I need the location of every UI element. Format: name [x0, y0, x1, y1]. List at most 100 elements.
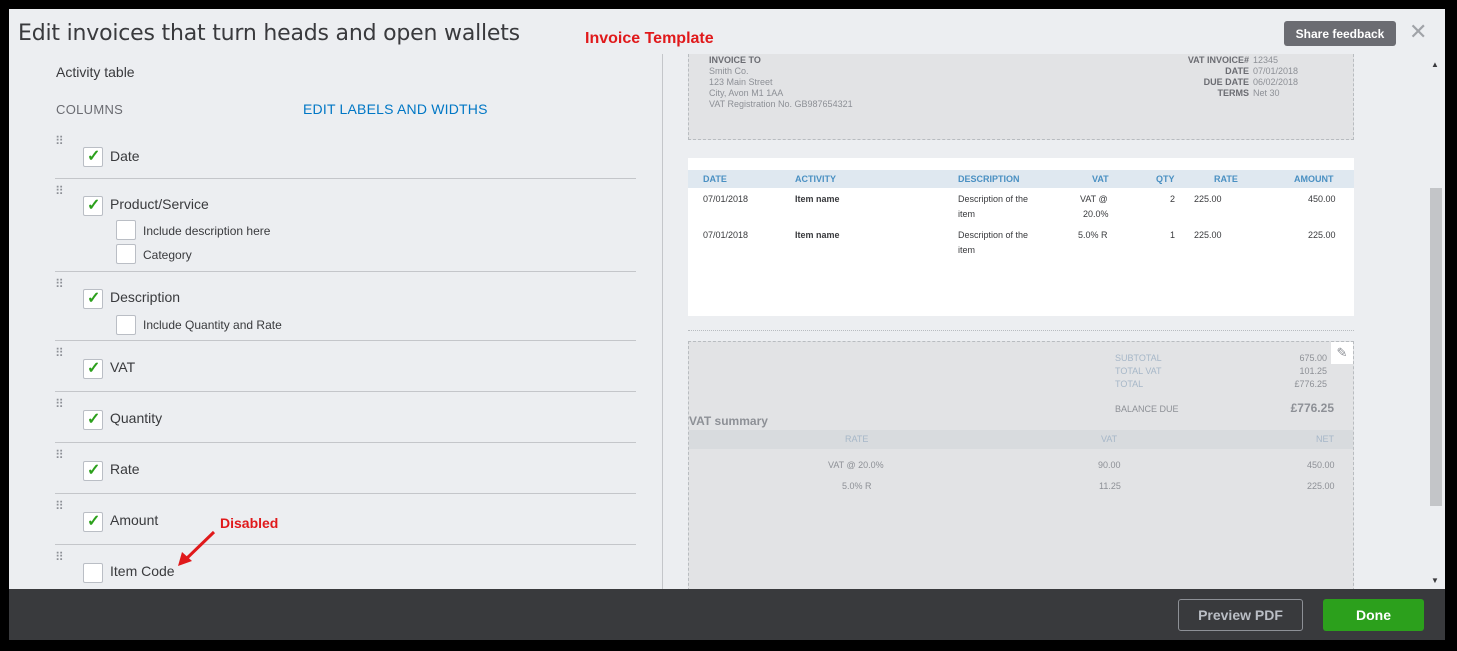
- cell-qty: 1: [1170, 230, 1176, 240]
- pencil-icon[interactable]: ✎: [1331, 342, 1353, 364]
- cell-qty: 2: [1170, 194, 1176, 204]
- invoice-to-block: INVOICE TO Smith Co. 123 Main Street Cit…: [709, 55, 853, 110]
- th-description: DESCRIPTION: [958, 174, 1020, 184]
- share-feedback-button[interactable]: Share feedback: [1284, 21, 1396, 46]
- vat-cell-vat: 90.00: [1098, 460, 1121, 470]
- address-city: City, Avon M1 1AA: [709, 88, 784, 98]
- category-label: Category: [143, 248, 192, 262]
- drag-handle-icon[interactable]: ⠿: [55, 135, 69, 152]
- drag-handle-icon[interactable]: ⠿: [55, 347, 69, 364]
- cell-vat: 20.0%: [1083, 209, 1109, 219]
- scroll-up-icon[interactable]: ▲: [1431, 60, 1439, 69]
- scrollbar-thumb[interactable]: [1430, 188, 1442, 506]
- drag-handle-icon[interactable]: ⠿: [55, 500, 69, 517]
- vat-cell-rate: VAT @ 20.0%: [828, 460, 884, 470]
- description-label: Description: [110, 289, 181, 305]
- cell-amount: 225.00: [1308, 230, 1336, 240]
- amount-label: Amount: [110, 512, 159, 528]
- meta-label: DATE: [1225, 66, 1249, 76]
- activity-table-preview[interactable]: DATE ACTIVITY DESCRIPTION VAT QTY RATE A…: [688, 158, 1354, 316]
- column-row-item-code: ⠿ Item Code: [55, 545, 636, 595]
- vat-label: VAT: [110, 359, 136, 375]
- vat-th-vat: VAT: [1101, 434, 1118, 444]
- checkmark-icon: ✓: [87, 411, 101, 428]
- product-checkbox[interactable]: ✓: [83, 196, 103, 216]
- drag-handle-icon[interactable]: ⠿: [55, 185, 69, 202]
- amount-checkbox[interactable]: ✓: [83, 512, 103, 532]
- columns-label: COLUMNS: [56, 102, 124, 117]
- cell-vat: 5.0% R: [1078, 230, 1108, 240]
- cell-amount: 450.00: [1308, 194, 1336, 204]
- include-qty-rate-label: Include Quantity and Rate: [143, 318, 282, 332]
- column-row-rate: ⠿ ✓ Rate: [55, 443, 636, 494]
- total-vat-value: 101.25: [1299, 366, 1327, 376]
- vat-cell-vat: 11.25: [1099, 481, 1121, 491]
- vat-cell-rate: 5.0% R: [842, 481, 872, 491]
- invoice-to-label: INVOICE TO: [709, 55, 761, 65]
- invoice-header-block[interactable]: INVOICE TO Smith Co. 123 Main Street Cit…: [688, 54, 1354, 140]
- table-header: DATE ACTIVITY DESCRIPTION VAT QTY RATE A…: [688, 170, 1354, 188]
- rate-label: Rate: [110, 461, 140, 477]
- drag-handle-icon[interactable]: ⠿: [55, 398, 69, 415]
- subtotal-label: SUBTOTAL: [1115, 353, 1162, 363]
- screenshot-frame: Edit invoices that turn heads and open w…: [4, 4, 1450, 644]
- invoice-preview: INVOICE TO Smith Co. 123 Main Street Cit…: [688, 54, 1354, 596]
- disabled-annotation: Disabled: [220, 515, 279, 531]
- totals-labels: SUBTOTAL TOTAL VAT TOTAL: [1115, 352, 1162, 391]
- drag-handle-icon[interactable]: ⠿: [55, 449, 69, 466]
- cell-description: Description of the: [958, 230, 1029, 240]
- section-title: Activity table: [56, 64, 135, 80]
- item-code-label: Item Code: [110, 563, 175, 579]
- meta-label: TERMS: [1217, 88, 1250, 98]
- meta-value: 06/02/2018: [1253, 77, 1299, 87]
- totals-values: 675.00 101.25 £776.25: [1269, 352, 1327, 391]
- preview-scrollbar[interactable]: ▲ ▼: [1427, 54, 1445, 594]
- page-title: Edit invoices that turn heads and open w…: [18, 21, 520, 46]
- scroll-down-icon[interactable]: ▼: [1431, 576, 1439, 585]
- description-checkbox[interactable]: ✓: [83, 289, 103, 309]
- invoice-footer-block[interactable]: ✎ SUBTOTAL TOTAL VAT TOTAL 675.00 101.25…: [688, 341, 1354, 596]
- category-checkbox[interactable]: [116, 244, 136, 264]
- cell-description: item: [958, 209, 976, 219]
- th-rate: RATE: [1214, 174, 1238, 184]
- preview-pdf-button[interactable]: Preview PDF: [1178, 599, 1303, 631]
- cell-date: 07/01/2018: [703, 230, 749, 240]
- checkmark-icon: ✓: [87, 197, 101, 214]
- column-row-product: ⠿ ✓ Product/Service Include description …: [55, 179, 636, 272]
- close-icon[interactable]: ✕: [1409, 19, 1427, 45]
- column-row-description: ⠿ ✓ Description Include Quantity and Rat…: [55, 272, 636, 341]
- footer-bar: Preview PDF Done: [9, 589, 1445, 640]
- address-line: 123 Main Street: [709, 77, 773, 87]
- meta-label: DUE DATE: [1203, 77, 1249, 87]
- cell-activity: Item name: [795, 230, 840, 240]
- include-qty-rate-checkbox[interactable]: [116, 315, 136, 335]
- item-code-checkbox[interactable]: [83, 563, 103, 583]
- balance-due-label: BALANCE DUE: [1115, 404, 1179, 414]
- include-description-checkbox[interactable]: [116, 220, 136, 240]
- balance-due-value: £776.25: [1290, 401, 1334, 415]
- vat-checkbox[interactable]: ✓: [83, 359, 103, 379]
- column-row-date: ⠿ ✓ Date: [55, 132, 636, 179]
- th-qty: QTY: [1156, 174, 1175, 184]
- annotation-arrow-icon: [178, 530, 216, 566]
- date-checkbox[interactable]: ✓: [83, 147, 103, 167]
- cell-activity: Item name: [795, 194, 840, 204]
- total-label: TOTAL: [1115, 379, 1144, 389]
- product-label: Product/Service: [110, 196, 209, 212]
- vat-th-rate: RATE: [845, 434, 869, 444]
- vat-cell-net: 450.00: [1307, 460, 1335, 470]
- quantity-checkbox[interactable]: ✓: [83, 410, 103, 430]
- th-vat: VAT: [1092, 174, 1109, 184]
- edit-labels-link[interactable]: EDIT LABELS AND WIDTHS: [303, 101, 488, 117]
- rate-checkbox[interactable]: ✓: [83, 461, 103, 481]
- vat-summary-header: RATE VAT NET: [689, 430, 1353, 449]
- done-button[interactable]: Done: [1323, 599, 1424, 631]
- drag-handle-icon[interactable]: ⠿: [55, 551, 69, 568]
- quantity-label: Quantity: [110, 410, 163, 426]
- meta-label: VAT INVOICE#: [1187, 55, 1249, 65]
- th-date: DATE: [703, 174, 727, 184]
- drag-handle-icon[interactable]: ⠿: [55, 278, 69, 295]
- date-label: Date: [110, 148, 140, 164]
- cell-date: 07/01/2018: [703, 194, 749, 204]
- invoice-template-annotation: Invoice Template: [585, 30, 714, 47]
